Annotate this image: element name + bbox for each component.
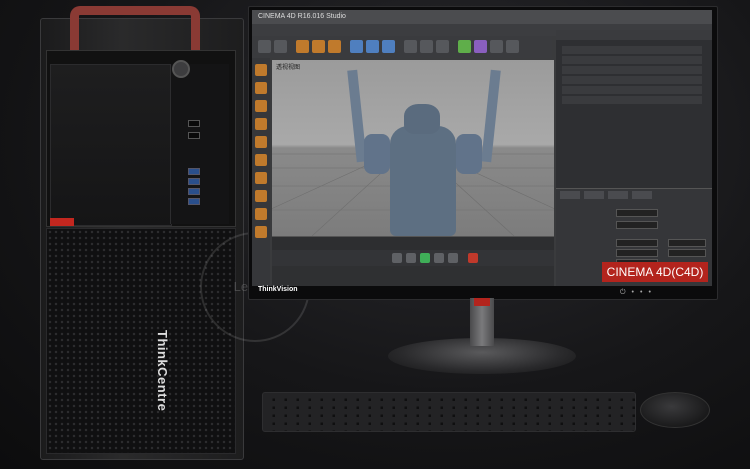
object-row[interactable] [562, 56, 702, 64]
figure-head [404, 104, 440, 134]
material-manager [272, 266, 554, 286]
usb-port-icon [188, 188, 200, 195]
tool-button[interactable] [255, 190, 267, 202]
tool-button[interactable] [255, 136, 267, 148]
tower-handle [70, 6, 200, 50]
audio-port [188, 132, 200, 139]
step-back-button[interactable] [406, 253, 416, 263]
figure-arm [456, 134, 482, 174]
app-title: CINEMA 4D R16.016 Studio [258, 13, 346, 20]
object-row[interactable] [562, 86, 702, 94]
toolbar-button[interactable] [258, 40, 271, 53]
usb-port-icon [188, 168, 200, 175]
toolbar-button[interactable] [366, 40, 379, 53]
tool-button[interactable] [255, 118, 267, 130]
timeline-ruler[interactable] [272, 236, 554, 251]
playback-controls [272, 250, 554, 266]
tool-button[interactable] [255, 82, 267, 94]
attr-field[interactable] [616, 221, 658, 229]
figure-body [390, 126, 456, 236]
attr-field[interactable] [668, 239, 706, 247]
step-forward-button[interactable] [434, 253, 444, 263]
attr-tab[interactable] [608, 191, 628, 199]
power-icon [172, 60, 190, 78]
tool-button[interactable] [255, 226, 267, 238]
object-row[interactable] [562, 96, 702, 104]
toolbar-button[interactable] [328, 40, 341, 53]
tool-button[interactable] [255, 154, 267, 166]
attr-tab[interactable] [584, 191, 604, 199]
tower-brand-text: ThinkCentre [155, 330, 170, 412]
app-titlebar: CINEMA 4D R16.016 Studio [252, 10, 712, 24]
object-manager-header [556, 30, 712, 40]
red-accent-tab [50, 218, 74, 226]
attr-field[interactable] [616, 209, 658, 217]
optical-drive-bay [50, 64, 172, 226]
attr-field[interactable] [616, 249, 658, 257]
toolbar-button[interactable] [382, 40, 395, 53]
tool-button[interactable] [255, 100, 267, 112]
toolbar-button[interactable] [436, 40, 449, 53]
keyboard [262, 392, 636, 432]
stand-red-accent [474, 298, 490, 306]
monitor-buttons: ⏻••• [620, 289, 657, 297]
forward-button[interactable] [448, 253, 458, 263]
viewport-label: 透视视图 [276, 65, 301, 71]
object-row[interactable] [562, 76, 702, 84]
attr-field[interactable] [616, 239, 658, 247]
toolbar-button[interactable] [312, 40, 325, 53]
figure-arm [364, 134, 390, 174]
object-manager [556, 40, 712, 188]
object-row[interactable] [562, 66, 702, 74]
attr-field[interactable] [668, 249, 706, 257]
mouse [640, 392, 710, 428]
toolbar-button[interactable] [458, 40, 471, 53]
usb-port-icon [188, 178, 200, 185]
toolbar-button[interactable] [490, 40, 503, 53]
record-button[interactable] [468, 253, 478, 263]
c4d-badge: CINEMA 4D(C4D) [602, 262, 708, 282]
toolbar-button[interactable] [274, 40, 287, 53]
app-toolbar [252, 36, 552, 58]
play-icon[interactable] [420, 253, 430, 263]
tool-button[interactable] [255, 208, 267, 220]
toolbar-button[interactable] [474, 40, 487, 53]
rewind-button[interactable] [392, 253, 402, 263]
3d-viewport[interactable]: 透视视图 [272, 60, 554, 236]
audio-port [188, 120, 200, 127]
toolbar-button[interactable] [506, 40, 519, 53]
monitor-button-icons[interactable]: ⏻••• [620, 289, 657, 296]
tool-button[interactable] [255, 172, 267, 184]
monitor-brand-text: ThinkVision [258, 286, 298, 293]
toolbar-button[interactable] [350, 40, 363, 53]
toolbar-button[interactable] [420, 40, 433, 53]
left-tool-palette [252, 58, 270, 286]
toolbar-button[interactable] [296, 40, 309, 53]
tool-button[interactable] [255, 64, 267, 76]
object-row[interactable] [562, 46, 702, 54]
monitor-screen: CINEMA 4D R16.016 Studio 透视视图 CINEMA 4D(… [252, 10, 712, 286]
attr-tab[interactable] [632, 191, 652, 199]
usb-port-icon [188, 198, 200, 205]
toolbar-button[interactable] [404, 40, 417, 53]
attr-tab[interactable] [560, 191, 580, 199]
